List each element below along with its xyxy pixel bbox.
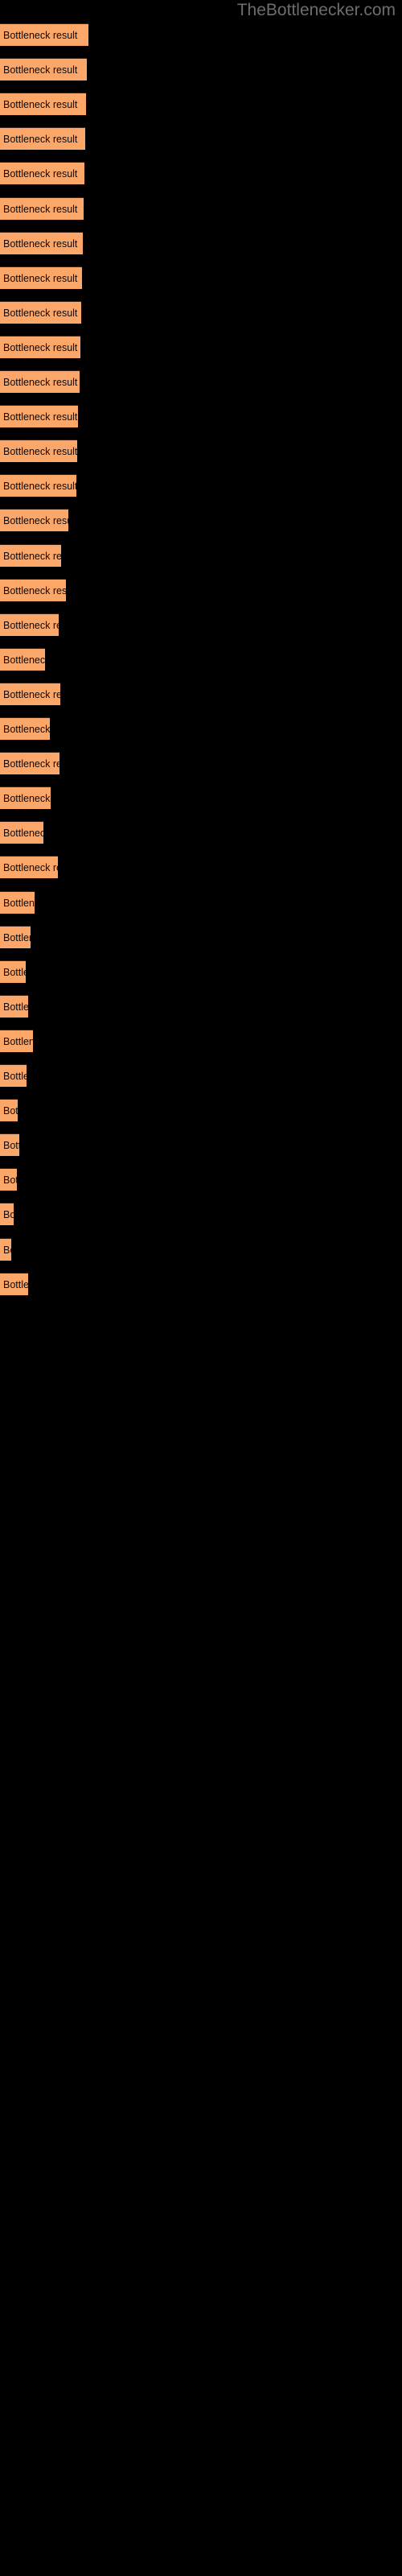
bar: Bottleneck result (0, 856, 58, 879)
bar-label: Bottleneck result (3, 619, 59, 631)
bar: Bottleneck result (0, 1168, 17, 1191)
bar: Bottleneck result (0, 162, 84, 185)
bar: Bottleneck result (0, 578, 66, 601)
bar: Bottleneck result (0, 474, 76, 497)
bar-label: Bottleneck result (3, 724, 50, 735)
bar-label: Bottleneck result (3, 1209, 14, 1221)
bar: Bottleneck result (0, 231, 83, 254)
bar: Bottleneck result (0, 23, 88, 46)
bar: Bottleneck result (0, 1272, 28, 1295)
bar-label: Bottleneck result (3, 64, 78, 76)
bar: Bottleneck result (0, 786, 51, 810)
bar-label: Bottleneck result (3, 1278, 28, 1290)
bar-label: Bottleneck result (3, 168, 78, 180)
bar: Bottleneck result (0, 752, 59, 775)
bar: Bottleneck result (0, 1029, 33, 1052)
bar: Bottleneck result (0, 543, 61, 567)
bar: Bottleneck result (0, 266, 82, 289)
bar: Bottleneck result (0, 1237, 11, 1261)
bar-label: Bottleneck result (3, 1001, 28, 1013)
bar-label: Bottleneck result (3, 966, 26, 978)
bar: Bottleneck result (0, 300, 81, 324)
bar: Bottleneck result (0, 93, 86, 116)
bar-label: Bottleneck result (3, 1140, 19, 1152)
bar: Bottleneck result (0, 58, 87, 81)
bar-label: Bottleneck result (3, 237, 78, 250)
bar-label: Bottleneck result (3, 515, 68, 527)
bar: Bottleneck result (0, 925, 31, 948)
bar: Bottleneck result (0, 1064, 27, 1087)
bar-label: Bottleneck result (3, 1105, 18, 1117)
bar-label: Bottleneck result (3, 307, 78, 319)
bar: Bottleneck result (0, 994, 28, 1018)
bar-label: Bottleneck result (3, 99, 78, 111)
horizontal-bar-chart: Bottleneck result Bottleneck result Bottle… (0, 0, 402, 2576)
bar: Bottleneck result (0, 335, 80, 358)
bar-label: Bottleneck result (3, 897, 35, 909)
bar-label: Bottleneck result (3, 481, 76, 493)
bar-label: Bottleneck result (3, 758, 59, 770)
bar-label: Bottleneck result (3, 341, 78, 353)
bar: Bottleneck result (0, 1133, 19, 1157)
bar-label: Bottleneck result (3, 793, 51, 805)
bar-label: Bottleneck result (3, 203, 78, 215)
bar-label: Bottleneck result (3, 654, 45, 666)
bar: Bottleneck result (0, 717, 50, 740)
bar-label: Bottleneck result (3, 1071, 27, 1082)
bar-label: Bottleneck result (3, 272, 78, 284)
bar: Bottleneck result (0, 890, 35, 914)
bar-label: Bottleneck result (3, 584, 66, 597)
bar-label: Bottleneck result (3, 1035, 33, 1047)
bar: Bottleneck result (0, 370, 80, 393)
bar: Bottleneck result (0, 613, 59, 636)
bar-label: Bottleneck result (3, 411, 78, 423)
bar: Bottleneck result (0, 509, 68, 532)
bar-label: Bottleneck result (3, 550, 61, 562)
bar-label: Bottleneck result (3, 134, 78, 146)
bar: Bottleneck result (0, 127, 85, 151)
bottleneck-chart-page: TheBottlenecker.com Bottleneck result Bot… (0, 0, 402, 2576)
bar: Bottleneck result (0, 1099, 18, 1122)
bar-label: Bottleneck result (3, 862, 58, 874)
bar-label: Bottleneck result (3, 931, 31, 943)
bar: Bottleneck result (0, 821, 43, 844)
bar: Bottleneck result (0, 405, 78, 428)
bar: Bottleneck result (0, 647, 45, 671)
bar: Bottleneck result (0, 196, 84, 220)
bar: Bottleneck result (0, 440, 77, 463)
bar: Bottleneck result (0, 1203, 14, 1226)
bar-label: Bottleneck result (3, 377, 78, 388)
bar-label: Bottleneck result (3, 1244, 11, 1256)
bar-label: Bottleneck result (3, 688, 60, 700)
bar: Bottleneck result (0, 682, 60, 705)
bar-label: Bottleneck result (3, 1174, 17, 1187)
bar-label: Bottleneck result (3, 446, 77, 458)
bar: Bottleneck result (0, 960, 26, 983)
bar-label: Bottleneck result (3, 828, 43, 840)
bar-label: Bottleneck result (3, 30, 78, 41)
